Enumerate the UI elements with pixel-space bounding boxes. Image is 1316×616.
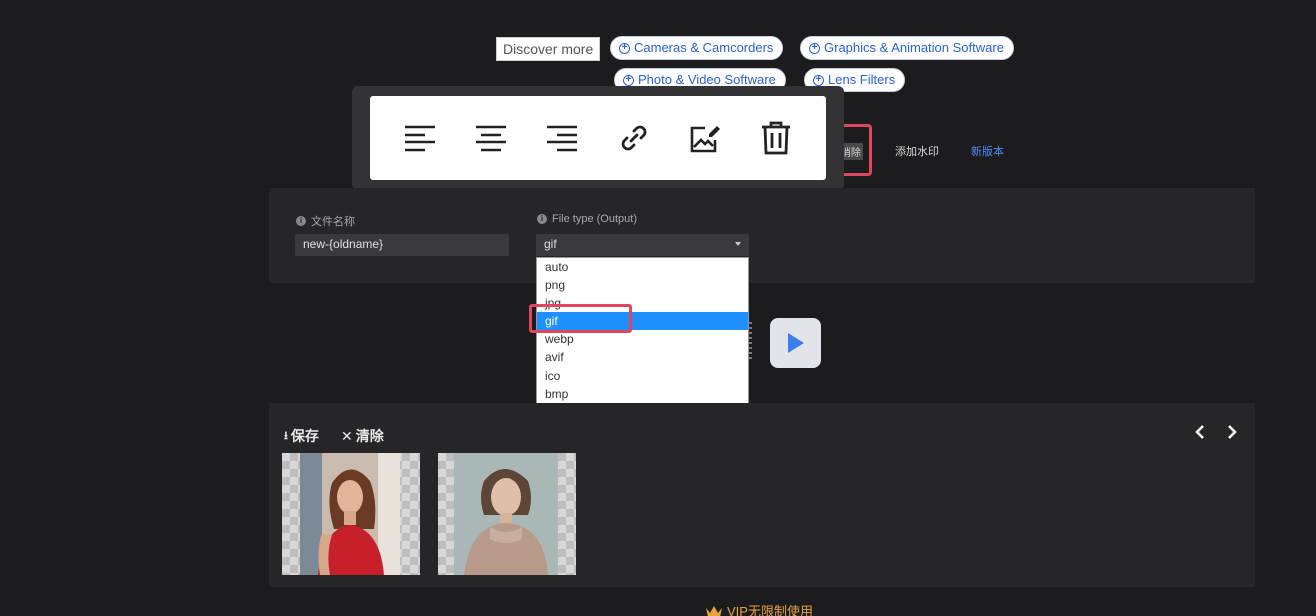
- dropdown-option-auto[interactable]: auto: [537, 258, 748, 276]
- dropdown-option-png[interactable]: png: [537, 276, 748, 294]
- tab-new-version[interactable]: 新版本: [971, 143, 1004, 159]
- dropdown-option-jpg[interactable]: jpg: [537, 294, 748, 312]
- align-right-icon: [547, 125, 578, 152]
- filetype-select[interactable]: gif: [536, 234, 749, 256]
- chip-label: Cameras & Camcorders: [634, 40, 774, 55]
- save-label: 保存: [290, 428, 319, 444]
- chevron-down-icon: [735, 242, 741, 246]
- align-left-button[interactable]: [399, 117, 441, 159]
- dropdown-option-bmp[interactable]: bmp: [537, 385, 748, 403]
- clear-label: 清除: [355, 428, 384, 444]
- filename-label: i 文件名称: [296, 213, 355, 229]
- filename-label-text: 文件名称: [311, 216, 355, 228]
- align-center-button[interactable]: [470, 117, 512, 159]
- crown-icon: [706, 605, 722, 616]
- dropdown-option-avif[interactable]: avif: [537, 348, 748, 366]
- run-button[interactable]: [770, 318, 821, 368]
- filename-input[interactable]: new-{oldname}: [295, 234, 509, 256]
- dropdown-option-gif[interactable]: gif: [537, 312, 748, 331]
- delete-image-button[interactable]: [755, 117, 797, 159]
- image-edit-icon: [690, 126, 720, 153]
- chip-label: Graphics & Animation Software: [824, 40, 1004, 55]
- prev-button[interactable]: [1194, 424, 1206, 445]
- filetype-label: i File type (Output): [537, 213, 637, 225]
- plus-circle-icon: +: [619, 42, 630, 54]
- plus-circle-icon: +: [623, 74, 634, 86]
- discover-more-label: Discover more: [496, 37, 601, 61]
- align-left-icon: [404, 125, 435, 152]
- clear-button[interactable]: ✕ 清除: [341, 426, 384, 446]
- info-icon: i: [296, 216, 306, 226]
- tab-add-watermark[interactable]: 添加水印: [895, 143, 939, 159]
- vip-label: VIP无限制使用: [727, 604, 813, 616]
- result-thumbnail[interactable]: [282, 453, 420, 575]
- filetype-label-text: File type (Output): [552, 213, 637, 225]
- chevron-left-icon: [1195, 425, 1204, 439]
- result-thumbnail[interactable]: [438, 453, 576, 575]
- play-icon: [787, 333, 804, 353]
- trash-icon: [762, 121, 791, 155]
- dropdown-option-ico[interactable]: ico: [537, 367, 748, 385]
- edit-image-button[interactable]: [684, 117, 726, 159]
- next-button[interactable]: [1226, 424, 1238, 445]
- align-center-icon: [475, 125, 506, 152]
- filetype-selected-value: gif: [544, 237, 557, 251]
- chevron-right-icon: [1228, 425, 1237, 439]
- plus-circle-icon: +: [809, 42, 820, 54]
- filetype-dropdown: auto png jpg gif webp avif ico bmp tiff: [536, 257, 749, 421]
- portrait-image: [454, 453, 558, 575]
- chip-graphics-animation[interactable]: + Graphics & Animation Software: [800, 36, 1014, 60]
- download-icon: ⭳: [284, 429, 288, 442]
- save-button[interactable]: ⭳ 保存: [284, 426, 319, 446]
- info-icon: i: [537, 214, 547, 224]
- portrait-image: [300, 453, 400, 575]
- vip-banner[interactable]: VIP无限制使用: [705, 601, 813, 616]
- dropdown-option-webp[interactable]: webp: [537, 330, 748, 348]
- close-icon: ✕: [341, 427, 353, 444]
- drag-handle[interactable]: [749, 322, 752, 362]
- chip-cameras-camcorders[interactable]: + Cameras & Camcorders: [610, 36, 784, 60]
- plus-circle-icon: +: [813, 74, 824, 86]
- align-right-button[interactable]: [541, 117, 583, 159]
- link-icon: [621, 125, 647, 151]
- insert-link-button[interactable]: [613, 117, 655, 159]
- image-toolbar: [370, 96, 826, 180]
